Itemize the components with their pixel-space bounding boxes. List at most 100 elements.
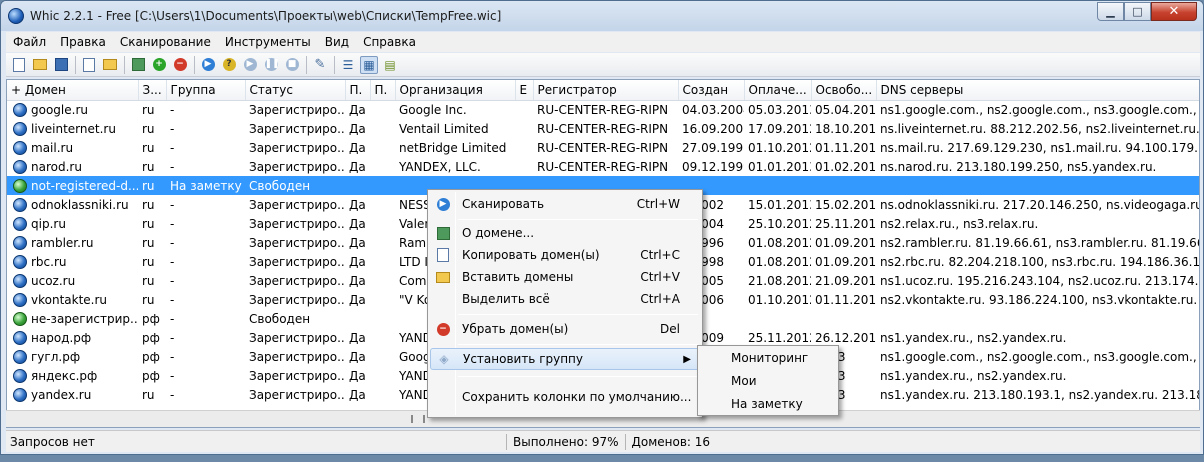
scan-button[interactable]: ▶ (199, 56, 217, 74)
col-zone-header[interactable]: З... (138, 80, 167, 101)
col-org-header[interactable]: Организация (395, 80, 516, 101)
cell-status: Зарегистриро... (249, 292, 345, 307)
cell-group: - (170, 140, 175, 155)
cell-p2 (370, 309, 395, 328)
col-e-header[interactable]: Е (515, 80, 534, 101)
cell-status: Зарегистриро... (249, 102, 345, 117)
pause-button[interactable]: ❚❚ (262, 56, 280, 74)
cell-domain: rambler.ru (7, 233, 138, 252)
list-icon: ☰ (342, 57, 354, 72)
col-free-header[interactable]: Освобо... (811, 80, 877, 101)
cell-org: Google Inc. (399, 102, 467, 117)
ctx-about-domain[interactable]: О домене... (430, 222, 700, 244)
menu-scan[interactable]: Сканирование (113, 35, 218, 49)
menu-tools[interactable]: Инструменты (218, 35, 318, 49)
table-header: + Домен З... Группа Статус П. П. Организ… (7, 80, 1199, 101)
new-file-button[interactable] (10, 56, 28, 74)
cell-dns: ns1.yandex.ru., ns2.yandex.ru. (880, 330, 1067, 345)
open-file-button[interactable] (31, 56, 49, 74)
copy-icon (83, 57, 95, 72)
add-domain-button[interactable]: + (150, 56, 168, 74)
ctx-save-columns-label: Сохранить колонки по умолчанию... (462, 390, 692, 404)
close-button[interactable]: ✕ (1151, 2, 1197, 21)
submenu-arrow-icon: ▶ (683, 353, 691, 365)
globe-icon (13, 235, 27, 250)
cell-domain: ucoz.ru (7, 271, 138, 290)
cell-domain: odnoklassniki.ru (7, 195, 138, 214)
col-dns-header[interactable]: DNS серверы (876, 80, 1199, 101)
col-status-header[interactable]: Статус (245, 80, 346, 101)
toolbar-separator (306, 55, 307, 74)
cell-domain: yandex.ru (7, 385, 138, 404)
cell-free: 01.09.2012 (815, 235, 876, 250)
col-p2-header[interactable]: П. (370, 80, 396, 101)
toolbar-separator (75, 55, 76, 74)
table-row[interactable]: narod.ru ru - Зарегистриро... Да YANDEX, LLC.… (7, 157, 1199, 176)
save-button[interactable] (52, 56, 70, 74)
cell-paid: 15.01.2013 (748, 197, 811, 212)
cell-status: Зарегистриро... (249, 330, 345, 345)
col-group-header[interactable]: Группа (166, 80, 246, 101)
menu-view[interactable]: Вид (318, 35, 356, 49)
maximize-button[interactable]: □ (1124, 2, 1151, 21)
menu-separator (458, 344, 698, 345)
scroll-grip-icon[interactable] (411, 415, 425, 423)
cell-p2 (370, 328, 395, 347)
cell-zone: ru (138, 176, 166, 195)
settings-button[interactable]: ✎ (311, 56, 329, 74)
col-p1-header[interactable]: П. (345, 80, 371, 101)
cell-group: - (170, 292, 175, 307)
cell-dns: ns2.rbc.ru. 82.204.218.100, ns3.rbc.ru. … (880, 254, 1200, 269)
cell-zone: ru (142, 216, 155, 231)
submenu-mine[interactable]: Мои (731, 374, 757, 388)
domain-info-button[interactable] (129, 56, 147, 74)
list-view-button[interactable]: ☰ (339, 56, 357, 74)
cell-zone: ru (142, 235, 155, 250)
cell-free: 01.02.2013 (815, 159, 876, 174)
ctx-copy-domains[interactable]: Копировать домен(ы) Ctrl+C (430, 244, 700, 266)
col-registrar-header[interactable]: Регистратор (533, 80, 679, 101)
menu-file[interactable]: Файл (6, 35, 53, 49)
menu-help[interactable]: Справка (356, 35, 423, 49)
title-bar[interactable]: Whic 2.2.1 - Free [C:\Users\1\Documents\… (1, 1, 1203, 31)
table-row[interactable]: google.ru ru - Зарегистриро... Да Google Inc.… (7, 100, 1199, 119)
submenu-notes[interactable]: На заметку (731, 397, 803, 411)
cell-status: Зарегистриро... (249, 140, 345, 155)
cell-e (515, 119, 533, 138)
ctx-select-all[interactable]: Выделить всё Ctrl+A (430, 288, 700, 310)
table-row[interactable]: liveinternet.ru ru - Зарегистриро... Да Venta… (7, 119, 1199, 138)
stop-button[interactable]: ■ (283, 56, 301, 74)
menu-edit[interactable]: Правка (53, 35, 113, 49)
status-progress: Выполнено: 97% (513, 434, 619, 449)
cell-zone: ru (142, 387, 155, 402)
cell-paid (744, 176, 811, 195)
ctx-about-domain-label: О домене... (462, 226, 535, 240)
ctx-save-columns[interactable]: Сохранить колонки по умолчанию... (430, 386, 700, 408)
paste-button[interactable] (101, 56, 119, 74)
submenu-monitoring[interactable]: Мониторинг (731, 351, 808, 365)
ctx-remove-domains[interactable]: − Убрать домен(ы) Del (430, 318, 700, 340)
minimize-button[interactable]: ▁ (1097, 2, 1124, 21)
export-icon: ▤ (384, 57, 396, 72)
col-created-header[interactable]: Создан (678, 80, 745, 101)
ctx-paste-domains[interactable]: Вставить домены Ctrl+V (430, 266, 700, 288)
remove-domain-button[interactable]: − (171, 56, 189, 74)
ctx-set-group[interactable]: ◈ Установить группу ▶ (430, 348, 700, 370)
col-paid-header[interactable]: Оплаче... (744, 80, 812, 101)
cell-free: 01.11.2012 (815, 140, 876, 155)
ctx-scan[interactable]: ▶ Сканировать Ctrl+W (430, 193, 700, 215)
continue-button[interactable]: ▶ (241, 56, 259, 74)
cell-group: - (170, 387, 175, 402)
cell-created: 27.09.1997 (682, 140, 744, 155)
cell-paid (744, 309, 811, 328)
copy-button[interactable] (80, 56, 98, 74)
globe-icon (13, 216, 27, 231)
scan-question-button[interactable]: ? (220, 56, 238, 74)
table-row[interactable]: mail.ru ru - Зарегистриро... Да netBridge Lim… (7, 138, 1199, 157)
col-domain-header[interactable]: + Домен (7, 80, 139, 101)
export-button[interactable]: ▤ (381, 56, 399, 74)
cell-zone: ru (142, 197, 155, 212)
cell-zone: ru (142, 254, 155, 269)
save-disk-icon (54, 58, 68, 71)
details-view-button[interactable]: ▦ (360, 55, 378, 74)
